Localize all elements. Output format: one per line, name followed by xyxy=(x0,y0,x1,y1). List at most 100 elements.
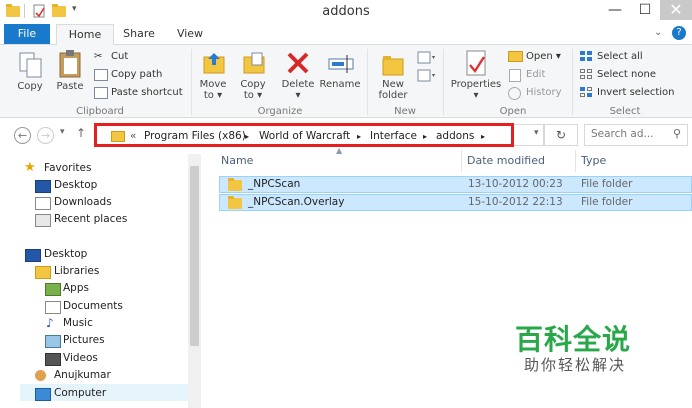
nav-desktop[interactable]: Desktop xyxy=(44,247,87,261)
close-button[interactable]: ✕ xyxy=(660,0,692,20)
search-icon: ⚲ xyxy=(673,127,682,140)
downloads-icon xyxy=(35,197,51,210)
nav-downloads[interactable]: Downloads xyxy=(54,195,112,209)
separator xyxy=(191,49,192,115)
chevron-right-icon[interactable]: ▸ xyxy=(481,132,485,141)
delete-button[interactable]: Delete ▾ xyxy=(280,79,316,101)
nav-desktop-favorite[interactable]: Desktop xyxy=(54,178,97,192)
tab-file[interactable]: File xyxy=(4,24,50,44)
new-item-icon[interactable] xyxy=(417,51,437,68)
copy-to-icon[interactable] xyxy=(242,51,266,80)
nav-recent-places[interactable]: Recent places xyxy=(54,212,127,226)
address-field-end xyxy=(514,124,544,146)
nav-user[interactable]: Anujkumar xyxy=(54,368,111,382)
file-name: _NPCScan xyxy=(248,178,301,190)
nav-documents[interactable]: Documents xyxy=(63,299,123,313)
cut-button[interactable]: Cut xyxy=(111,51,128,62)
forward-button[interactable]: → xyxy=(37,127,54,144)
rename-icon[interactable] xyxy=(328,53,354,78)
nav-videos[interactable]: Videos xyxy=(63,351,98,365)
column-header-date[interactable]: Date modified xyxy=(467,154,545,167)
nav-scrollbar[interactable] xyxy=(188,154,201,408)
select-none-button[interactable]: Select none xyxy=(597,69,656,80)
scrollbar-thumb[interactable] xyxy=(190,166,199,346)
file-type: File folder xyxy=(581,178,633,190)
column-divider[interactable] xyxy=(575,150,576,172)
chevron-right-icon[interactable]: ▸ xyxy=(423,132,427,141)
recent-locations-icon[interactable]: ▾ xyxy=(60,127,65,137)
watermark-subtitle: 助你轻松解决 xyxy=(524,356,627,374)
nav-libraries[interactable]: Libraries xyxy=(54,264,99,278)
chevron-right-icon[interactable]: ▸ xyxy=(357,132,361,141)
desktop-icon xyxy=(35,180,51,193)
up-arrow-icon[interactable]: ↑ xyxy=(76,126,86,140)
help-icon[interactable]: ? xyxy=(672,26,686,40)
address-path-field[interactable]: « Program Files (x86) ▸ World of Warcraf… xyxy=(94,123,514,147)
copy-button[interactable]: Copy xyxy=(12,81,48,92)
computer-icon xyxy=(35,388,51,401)
select-none-icon xyxy=(580,69,593,83)
delete-icon[interactable] xyxy=(286,51,310,78)
file-date: 13-10-2012 00:23 xyxy=(468,178,563,190)
apps-icon xyxy=(45,283,61,296)
copy-icon[interactable] xyxy=(18,51,44,82)
new-folder-icon[interactable] xyxy=(381,51,405,80)
folder-icon xyxy=(228,196,242,209)
refresh-button[interactable]: ↻ xyxy=(544,124,578,146)
nav-computer[interactable]: Computer xyxy=(54,386,106,400)
select-all-icon xyxy=(580,51,593,65)
crumb-world-of-warcraft[interactable]: World of Warcraft xyxy=(259,130,350,142)
invert-selection-button[interactable]: Invert selection xyxy=(597,87,675,98)
nav-pictures[interactable]: Pictures xyxy=(63,333,105,347)
sort-ascending-icon: ▲ xyxy=(336,146,343,155)
pictures-icon xyxy=(45,335,61,348)
window-title: addons xyxy=(322,4,370,19)
open-button[interactable]: Open ▾ xyxy=(526,51,561,62)
user-icon xyxy=(35,370,46,381)
crumb-overflow[interactable]: « xyxy=(130,130,136,142)
chevron-right-icon[interactable]: ▸ xyxy=(245,132,249,141)
column-divider[interactable] xyxy=(461,150,462,172)
expand-ribbon-icon[interactable]: ⌄ xyxy=(654,27,662,38)
paste-button[interactable]: Paste xyxy=(52,81,88,92)
folder-icon xyxy=(228,178,242,191)
minimize-button[interactable]: — xyxy=(600,0,630,20)
libraries-icon xyxy=(35,266,51,279)
nav-music[interactable]: Music xyxy=(63,316,93,330)
crumb-interface[interactable]: Interface xyxy=(370,130,417,142)
crumb-program-files[interactable]: Program Files (x86) xyxy=(144,130,246,142)
copy-to-button[interactable]: Copy to ▾ xyxy=(238,79,268,101)
column-header-type[interactable]: Type xyxy=(581,154,606,167)
table-row[interactable]: _NPCScan.Overlay 15-10-2012 22:13 File f… xyxy=(219,194,692,211)
table-row[interactable]: _NPCScan 13-10-2012 00:23 File folder xyxy=(219,176,692,193)
crumb-addons[interactable]: addons xyxy=(436,130,474,142)
tab-home[interactable]: Home xyxy=(56,24,114,45)
separator xyxy=(572,49,573,115)
star-icon: ★ xyxy=(24,160,36,175)
rename-button[interactable]: Rename xyxy=(318,79,362,90)
tab-view[interactable]: View xyxy=(170,24,210,44)
nav-favorites[interactable]: Favorites xyxy=(44,161,91,175)
nav-apps[interactable]: Apps xyxy=(63,281,89,295)
new-folder-button[interactable]: New folder xyxy=(372,79,414,101)
tab-share[interactable]: Share xyxy=(118,24,160,44)
paste-shortcut-button[interactable]: Paste shortcut xyxy=(111,87,183,98)
properties-icon[interactable] xyxy=(462,49,490,82)
copy-path-button[interactable]: Copy path xyxy=(111,69,162,80)
history-button[interactable]: History xyxy=(526,87,562,98)
move-to-icon[interactable] xyxy=(202,51,226,80)
select-all-button[interactable]: Select all xyxy=(597,51,643,62)
properties-button[interactable]: Properties ▾ xyxy=(448,79,504,101)
column-header-name[interactable]: Name xyxy=(221,154,253,167)
maximize-button[interactable]: ☐ xyxy=(630,0,660,20)
dropdown-icon[interactable]: ▾ xyxy=(534,128,539,138)
easy-access-icon[interactable] xyxy=(417,69,437,86)
edit-button[interactable]: Edit xyxy=(526,69,545,80)
move-to-button[interactable]: Move to ▾ xyxy=(198,79,228,101)
organize-group-label: Organize xyxy=(257,106,303,117)
back-button[interactable]: ← xyxy=(14,127,31,144)
search-input[interactable]: Search ad... ⚲ xyxy=(584,124,688,146)
copy-path-icon xyxy=(94,69,108,81)
paste-icon[interactable] xyxy=(58,49,84,82)
search-placeholder: Search ad... xyxy=(591,128,654,140)
